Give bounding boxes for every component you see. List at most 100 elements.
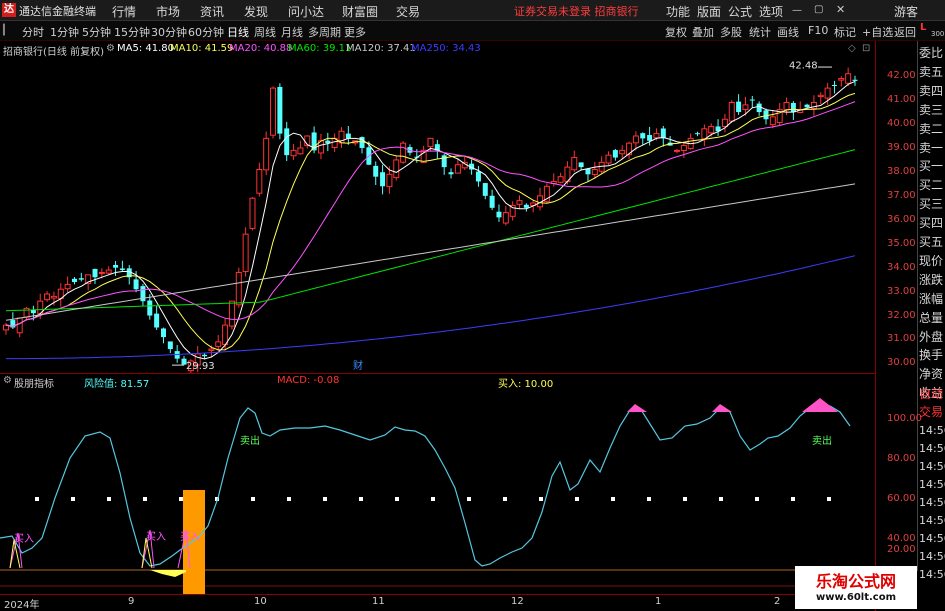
- diamond-icon[interactable]: ◇: [848, 43, 856, 54]
- adjust-button[interactable]: 复权: [665, 24, 687, 40]
- sidebar-item[interactable]: 买四: [919, 214, 943, 231]
- threshold-dot: [107, 497, 111, 501]
- f10-button[interactable]: F10: [808, 24, 828, 37]
- sidebar-item[interactable]: 涨幅: [919, 290, 943, 307]
- candlestick-chart[interactable]: 42.48 29.93 财: [0, 57, 875, 373]
- period-tab-multi[interactable]: 多周期: [308, 24, 341, 40]
- sidebar-item[interactable]: 买一: [919, 157, 943, 174]
- time-label: 14:56: [919, 460, 945, 473]
- indicator-tick-label: 40.00: [887, 533, 916, 544]
- menu-formula[interactable]: 公式: [728, 3, 752, 20]
- period-tab-more[interactable]: 更多: [344, 24, 366, 40]
- guest-label[interactable]: 游客: [894, 3, 918, 20]
- indicator-tick-label: 100.00: [887, 413, 922, 424]
- stats-button[interactable]: 统计: [749, 24, 771, 40]
- indicator-chart[interactable]: 卖出 卖出买入 买入 买入: [0, 388, 875, 594]
- candle-body: [249, 197, 256, 229]
- menu-quotes[interactable]: 行情: [112, 3, 136, 20]
- sidebar-item[interactable]: 总量: [919, 309, 943, 326]
- candle-body: [571, 157, 578, 171]
- add-watchlist-button[interactable]: +自选: [862, 24, 893, 40]
- menu-discover[interactable]: 发现: [244, 3, 268, 20]
- candle-body: [783, 101, 790, 111]
- menu-news[interactable]: 资讯: [200, 3, 224, 20]
- candle-body: [852, 79, 858, 81]
- expand-icon[interactable]: ⊡: [862, 43, 870, 54]
- period-tab-15min[interactable]: 15分钟: [114, 24, 150, 40]
- period-tab-daily[interactable]: 日线: [227, 24, 249, 40]
- price-tick-label: 37.00: [887, 189, 916, 201]
- period-tab-weekly[interactable]: 周线: [254, 24, 276, 40]
- sidebar-item[interactable]: 换手: [919, 346, 943, 363]
- stock-label[interactable]: 招商银行(日线 前复权): [3, 43, 104, 58]
- ma250-value: MA250: 34.43: [411, 43, 481, 54]
- sidebar-auto-trade[interactable]: 自动: [919, 385, 943, 402]
- period-tab-1min[interactable]: 1分钟: [50, 24, 79, 40]
- candle-body: [695, 133, 701, 135]
- menu-function[interactable]: 功能: [666, 3, 690, 20]
- candle-body: [160, 328, 166, 338]
- candle-body: [202, 354, 208, 357]
- period-tab-5min[interactable]: 5分钟: [82, 24, 111, 40]
- period-tab-60min[interactable]: 60分钟: [188, 24, 224, 40]
- threshold-dot: [683, 497, 687, 501]
- multi-stock-button[interactable]: 多股: [720, 24, 742, 40]
- period-tab-30min[interactable]: 30分钟: [151, 24, 187, 40]
- candle-body: [147, 300, 153, 316]
- sidebar-toggle-icon[interactable]: ▎: [3, 25, 11, 36]
- sidebar-item[interactable]: 卖三: [919, 101, 943, 118]
- back-button[interactable]: 返回: [894, 24, 916, 40]
- threshold-dot: [503, 497, 507, 501]
- sidebar-item[interactable]: 买五: [919, 233, 943, 250]
- price-tick-label: 41.00: [887, 94, 916, 106]
- candle-body: [228, 300, 235, 327]
- overlay-button[interactable]: 叠加: [692, 24, 714, 40]
- price-tick-label: 40.00: [887, 118, 916, 130]
- menu-ask[interactable]: 问小达: [288, 3, 324, 20]
- sidebar-trade[interactable]: 交易: [919, 403, 943, 420]
- watermark-title: 乐淘公式网: [815, 572, 896, 591]
- sidebar-item[interactable]: 净资: [919, 365, 943, 382]
- menu-market[interactable]: 市场: [156, 3, 180, 20]
- candle-body: [475, 171, 481, 182]
- menu-options[interactable]: 选项: [759, 3, 783, 20]
- candle-body: [256, 169, 263, 194]
- candle-body: [393, 159, 400, 179]
- sidebar-item[interactable]: 涨跌: [919, 271, 943, 288]
- login-notice[interactable]: 证券交易未登录 招商银行: [514, 3, 639, 19]
- menu-wealth-circle[interactable]: 财富圈: [342, 3, 378, 20]
- period-tab-monthly[interactable]: 月线: [281, 24, 303, 40]
- sidebar-item[interactable]: 卖五: [919, 63, 943, 80]
- threshold-dot: [539, 497, 543, 501]
- date-label-10: 10: [254, 596, 267, 607]
- maximize-icon[interactable]: ▢: [814, 4, 823, 15]
- sidebar-item[interactable]: 现价: [919, 252, 943, 269]
- candle-body: [619, 149, 626, 155]
- candle-body: [516, 200, 523, 205]
- indicator-name[interactable]: 股朋指标: [14, 375, 54, 390]
- sidebar-item[interactable]: 卖二: [919, 120, 943, 137]
- candle-body: [708, 125, 715, 134]
- candle-body: [728, 101, 735, 122]
- mark-button[interactable]: 标记: [834, 24, 856, 40]
- period-tab-timeshare[interactable]: 分时: [22, 24, 44, 40]
- settings-gear-icon[interactable]: ⚙: [106, 43, 115, 54]
- draw-line-button[interactable]: 画线: [777, 24, 799, 40]
- threshold-dot: [287, 497, 291, 501]
- sidebar-item[interactable]: 卖一: [919, 139, 943, 156]
- candle-body: [673, 149, 680, 152]
- close-icon[interactable]: ✕: [836, 3, 845, 16]
- ma120-line: [5, 183, 856, 321]
- date-label-11: 11: [372, 596, 385, 607]
- candle-body: [380, 172, 386, 187]
- minimize-icon[interactable]: —: [792, 5, 802, 16]
- indicator-settings-icon[interactable]: ⚙: [3, 375, 12, 386]
- sidebar-item[interactable]: 买三: [919, 195, 943, 212]
- candle-body: [831, 84, 837, 86]
- menu-trade[interactable]: 交易: [396, 3, 420, 20]
- sidebar-item[interactable]: 买二: [919, 176, 943, 193]
- sidebar-item[interactable]: 委比: [919, 44, 943, 61]
- menu-layout[interactable]: 版面: [697, 3, 721, 20]
- sidebar-item[interactable]: 外盘: [919, 328, 943, 345]
- sidebar-item[interactable]: 卖四: [919, 82, 943, 99]
